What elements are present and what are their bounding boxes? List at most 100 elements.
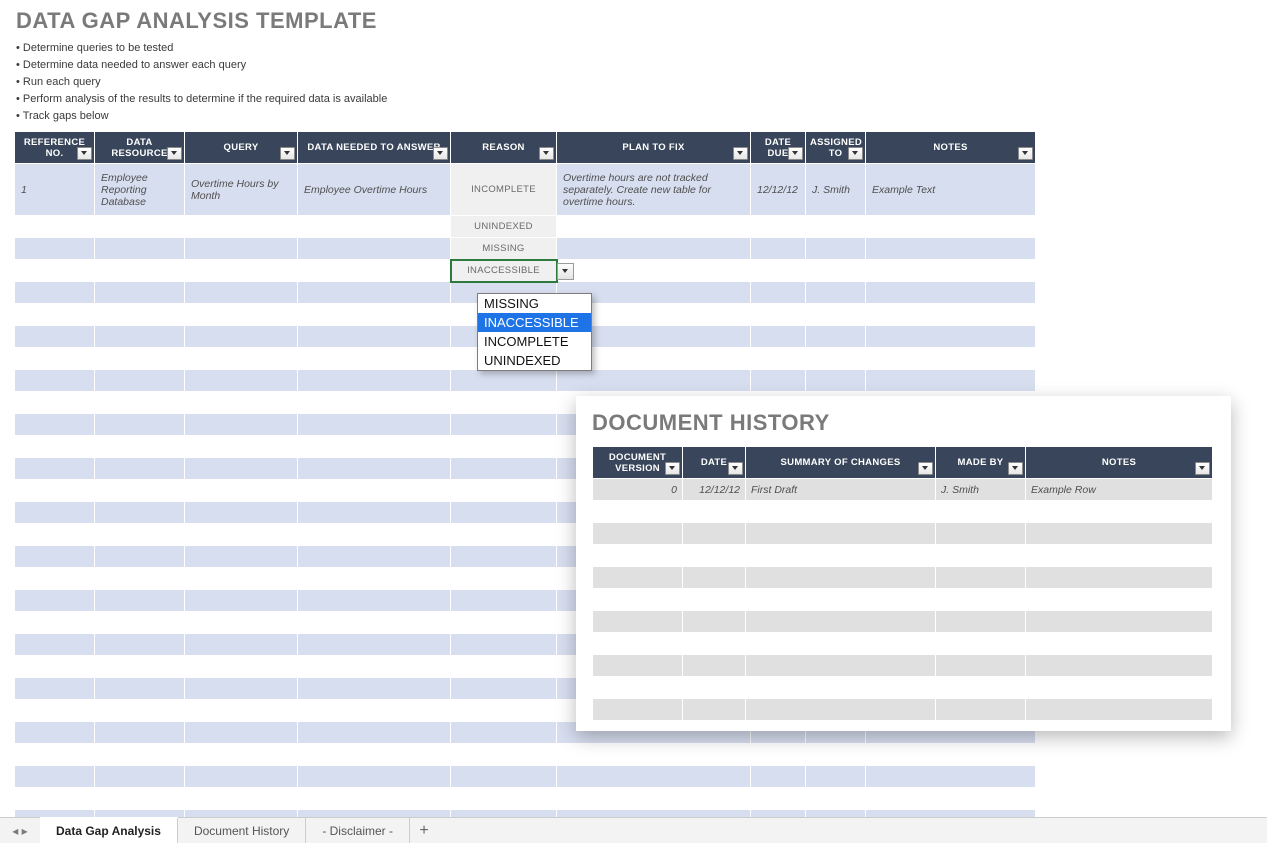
cell[interactable] bbox=[806, 238, 866, 260]
cell[interactable] bbox=[185, 458, 298, 480]
cell[interactable] bbox=[683, 523, 746, 545]
cell[interactable] bbox=[185, 678, 298, 700]
cell[interactable] bbox=[936, 677, 1026, 699]
cell[interactable] bbox=[866, 348, 1036, 370]
cell[interactable] bbox=[593, 611, 683, 633]
cell[interactable] bbox=[451, 458, 557, 480]
cell[interactable] bbox=[95, 744, 185, 766]
cell[interactable] bbox=[451, 502, 557, 524]
cell[interactable] bbox=[1026, 677, 1213, 699]
cell[interactable]: 12/12/12 bbox=[683, 479, 746, 501]
cell[interactable] bbox=[298, 634, 451, 656]
cell[interactable] bbox=[298, 568, 451, 590]
cell[interactable] bbox=[593, 523, 683, 545]
dropdown-option[interactable]: INACCESSIBLE bbox=[478, 313, 591, 332]
column-header[interactable]: ASSIGNED TO bbox=[806, 132, 866, 164]
cell[interactable] bbox=[95, 480, 185, 502]
cell[interactable] bbox=[557, 744, 751, 766]
column-header[interactable]: DATE bbox=[683, 447, 746, 479]
column-header[interactable]: QUERY bbox=[185, 132, 298, 164]
cell[interactable] bbox=[185, 744, 298, 766]
filter-icon[interactable] bbox=[77, 147, 92, 160]
cell[interactable] bbox=[751, 238, 806, 260]
cell[interactable] bbox=[593, 655, 683, 677]
cell[interactable]: First Draft bbox=[746, 479, 936, 501]
cell[interactable] bbox=[866, 238, 1036, 260]
cell[interactable] bbox=[683, 567, 746, 589]
cell[interactable] bbox=[15, 766, 95, 788]
cell[interactable] bbox=[451, 678, 557, 700]
cell[interactable] bbox=[936, 567, 1026, 589]
cell[interactable] bbox=[593, 633, 683, 655]
cell[interactable]: 1 bbox=[15, 164, 95, 216]
cell[interactable] bbox=[185, 656, 298, 678]
cell[interactable] bbox=[15, 392, 95, 414]
cell[interactable] bbox=[95, 502, 185, 524]
cell[interactable] bbox=[451, 722, 557, 744]
column-header[interactable]: NOTES bbox=[866, 132, 1036, 164]
cell[interactable] bbox=[185, 612, 298, 634]
cell[interactable] bbox=[95, 348, 185, 370]
cell[interactable] bbox=[185, 546, 298, 568]
cell[interactable] bbox=[806, 788, 866, 810]
cell[interactable] bbox=[746, 677, 936, 699]
cell[interactable] bbox=[746, 523, 936, 545]
cell[interactable] bbox=[95, 326, 185, 348]
cell[interactable] bbox=[451, 480, 557, 502]
cell[interactable] bbox=[746, 501, 936, 523]
cell[interactable] bbox=[936, 611, 1026, 633]
cell[interactable] bbox=[298, 216, 451, 238]
cell[interactable]: Employee Reporting Database bbox=[95, 164, 185, 216]
cell[interactable] bbox=[866, 216, 1036, 238]
dropdown-option[interactable]: UNINDEXED bbox=[478, 351, 591, 370]
cell[interactable] bbox=[806, 282, 866, 304]
cell[interactable] bbox=[451, 766, 557, 788]
cell[interactable] bbox=[15, 678, 95, 700]
cell[interactable]: INACCESSIBLE bbox=[451, 260, 557, 282]
cell[interactable] bbox=[185, 392, 298, 414]
cell[interactable] bbox=[593, 567, 683, 589]
cell[interactable] bbox=[298, 502, 451, 524]
cell[interactable] bbox=[95, 568, 185, 590]
cell[interactable] bbox=[298, 392, 451, 414]
column-header[interactable]: NOTES bbox=[1026, 447, 1213, 479]
cell[interactable] bbox=[15, 282, 95, 304]
cell[interactable] bbox=[1026, 545, 1213, 567]
cell[interactable] bbox=[936, 501, 1026, 523]
cell[interactable] bbox=[15, 700, 95, 722]
cell[interactable] bbox=[751, 282, 806, 304]
cell[interactable] bbox=[746, 655, 936, 677]
cell[interactable] bbox=[95, 788, 185, 810]
filter-icon[interactable] bbox=[1018, 147, 1033, 160]
sheet-nav-prev[interactable]: ◂ ▸ bbox=[0, 818, 40, 843]
cell[interactable] bbox=[95, 700, 185, 722]
cell[interactable] bbox=[95, 612, 185, 634]
cell[interactable] bbox=[298, 700, 451, 722]
cell[interactable] bbox=[15, 436, 95, 458]
cell[interactable] bbox=[298, 326, 451, 348]
cell[interactable] bbox=[866, 260, 1036, 282]
cell[interactable] bbox=[185, 502, 298, 524]
cell[interactable] bbox=[15, 216, 95, 238]
cell[interactable] bbox=[15, 788, 95, 810]
cell[interactable] bbox=[593, 699, 683, 721]
cell[interactable] bbox=[95, 524, 185, 546]
cell[interactable] bbox=[683, 501, 746, 523]
cell[interactable] bbox=[15, 414, 95, 436]
cell[interactable] bbox=[185, 238, 298, 260]
cell[interactable] bbox=[557, 370, 751, 392]
cell[interactable] bbox=[936, 655, 1026, 677]
cell[interactable] bbox=[298, 348, 451, 370]
cell[interactable]: MISSING bbox=[451, 238, 557, 260]
chevron-down-icon[interactable] bbox=[557, 263, 574, 280]
column-header[interactable]: REASON bbox=[451, 132, 557, 164]
cell[interactable] bbox=[1026, 699, 1213, 721]
cell[interactable] bbox=[298, 480, 451, 502]
cell[interactable] bbox=[683, 611, 746, 633]
cell[interactable] bbox=[806, 326, 866, 348]
cell[interactable] bbox=[806, 304, 866, 326]
cell[interactable] bbox=[298, 766, 451, 788]
cell[interactable] bbox=[15, 326, 95, 348]
cell[interactable] bbox=[15, 634, 95, 656]
column-header[interactable]: REFERENCE NO. bbox=[15, 132, 95, 164]
